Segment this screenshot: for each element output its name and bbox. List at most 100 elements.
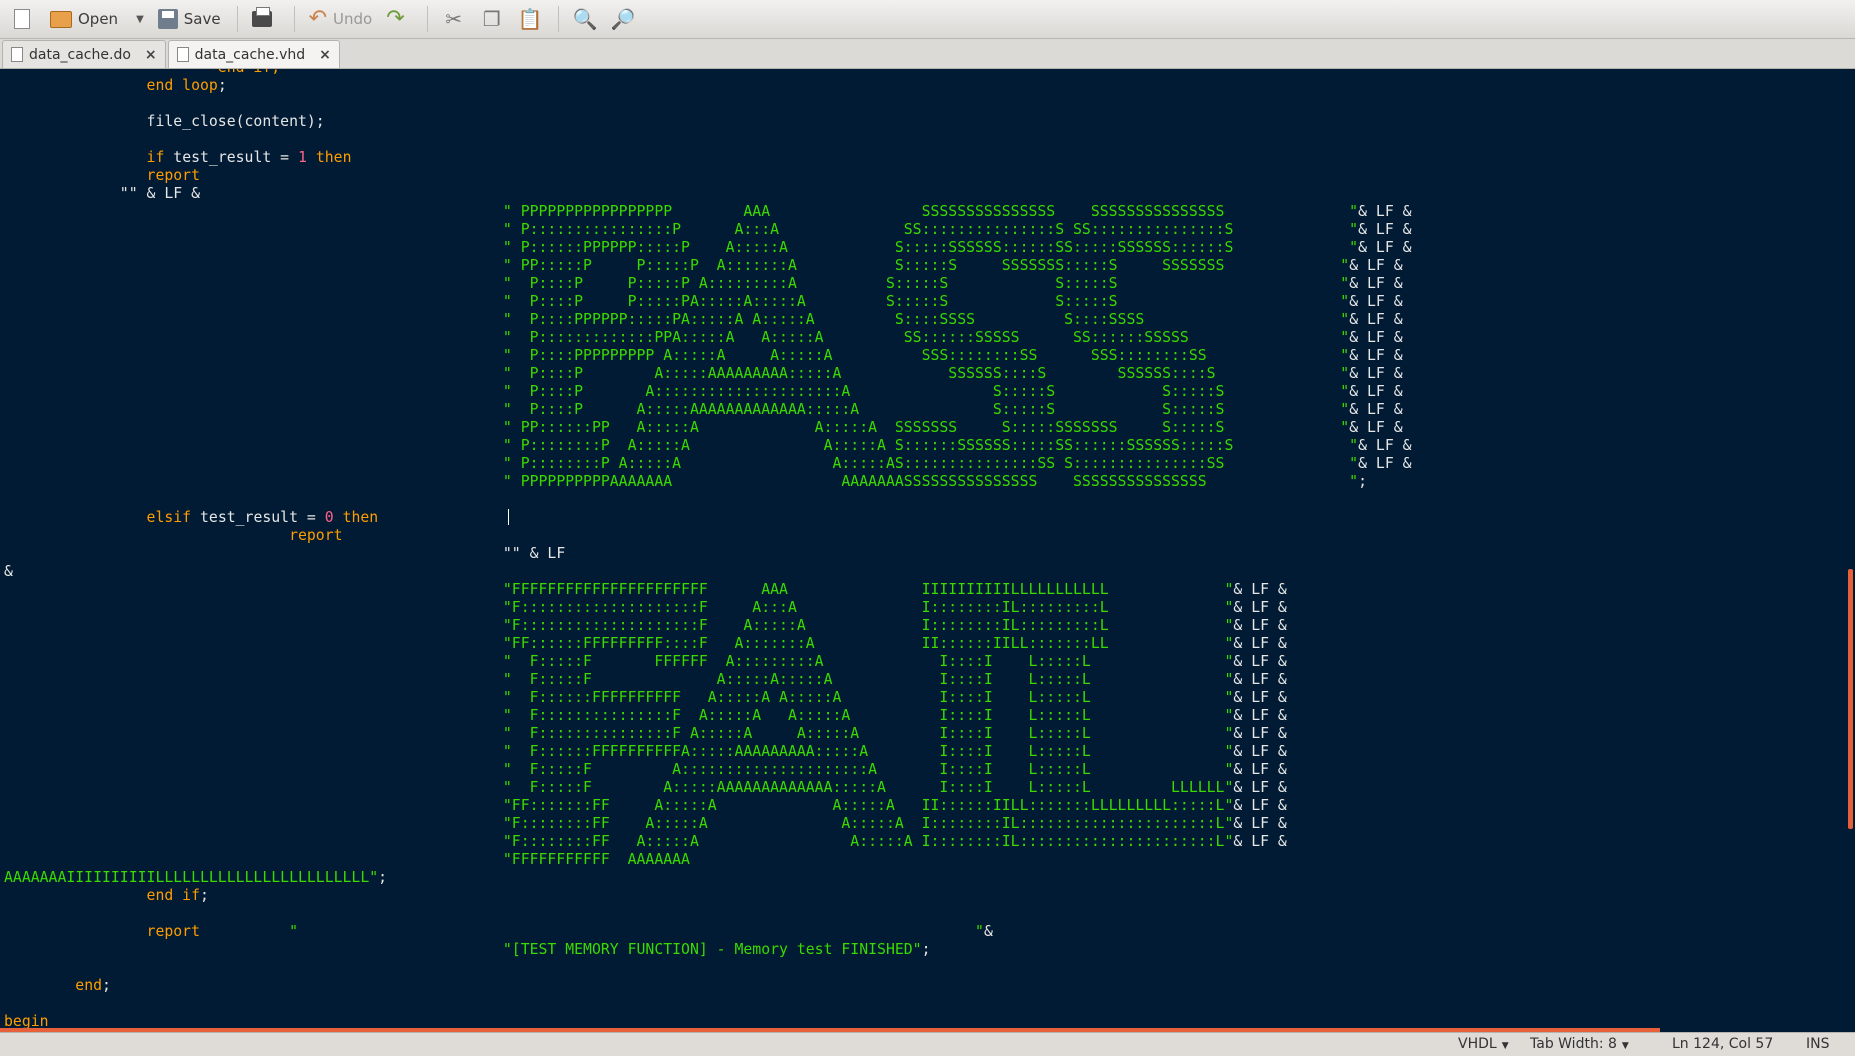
close-icon[interactable]: × (319, 47, 331, 63)
find-replace-button[interactable]: 🔎 (605, 3, 641, 35)
code-token: & (4, 563, 13, 580)
open-recent-dropdown[interactable]: ▼ (126, 3, 150, 35)
toolbar-separator (236, 6, 238, 32)
code-token: "[TEST MEMORY FUNCTION] - Memory test FI… (502, 941, 922, 958)
code-line: " P::::P A:::::AAAAAAAAA:::::A SSSSSS:::… (4, 365, 1403, 382)
code-token: & LF & (1233, 671, 1287, 688)
language-selector[interactable]: VHDL ▼ (1458, 1036, 1509, 1052)
code-token: & LF & (1233, 779, 1287, 796)
cut-button[interactable]: ✂ (436, 3, 472, 35)
code-editor[interactable]: end if; end loop; file_close(content); i… (0, 69, 1855, 1032)
code-token: " PP:::::P P:::::P A:::::::A S:::::S SSS… (502, 257, 1350, 274)
new-document-button[interactable] (8, 3, 42, 35)
code-line: " F:::::::::::::::F A:::::A A:::::A I:::… (4, 707, 1287, 724)
code-line: end if; (4, 69, 280, 76)
code-token: & LF & (1349, 257, 1403, 274)
code-token: & LF & (1233, 635, 1287, 652)
code-token: report (289, 527, 343, 544)
chevron-down-icon: ▼ (1501, 1041, 1509, 1051)
code-token: & LF & (1233, 689, 1287, 706)
code-token: & LF & (1233, 815, 1287, 832)
code-token: & LF & (1358, 239, 1412, 256)
save-button[interactable]: Save (152, 3, 227, 35)
code-token: " P::::P A:::::AAAAAAAAA:::::A SSSSSS:::… (502, 365, 1350, 382)
source-code[interactable]: end if; end loop; file_close(content); i… (4, 69, 1412, 1032)
tab-width-selector[interactable]: Tab Width: 8 ▼ (1530, 1036, 1629, 1052)
code-token: " P::::P P:::::PA:::::A:::::A S:::::S S:… (502, 293, 1350, 310)
vertical-scrollbar[interactable] (1848, 569, 1853, 829)
code-line: AAAAAAAIIIIIIIIIILLLLLLLLLLLLLLLLLLLLLLL… (4, 869, 387, 886)
language-label: VHDL (1458, 1036, 1497, 1052)
file-icon (176, 47, 189, 62)
text-cursor (508, 509, 509, 525)
code-line: " F:::::F A:::::AAAAAAAAAAAAA:::::A I:::… (4, 779, 1287, 796)
save-icon (157, 9, 178, 29)
redo-button[interactable]: ↷ (380, 3, 416, 35)
code-token: end (75, 977, 103, 994)
code-token: " P::::::::P A:::::A A:::::A S::::::SSSS… (502, 437, 1359, 454)
code-token: & LF & (1349, 365, 1403, 382)
code-line: " P::::::::P A:::::A A:::::A S::::::SSSS… (4, 437, 1412, 454)
tab-data-cache-vhd[interactable]: data_cache.vhd × (167, 40, 340, 68)
code-token: " P::::PPPPPP:::::PA:::::A A:::::A S::::… (502, 311, 1350, 328)
find-replace-icon: 🔎 (610, 7, 636, 31)
status-bar: VHDL ▼ Tab Width: 8 ▼ Ln 124, Col 57 INS (0, 1032, 1855, 1056)
code-token: ; (921, 941, 931, 958)
code-token: 0 (324, 509, 334, 526)
code-token: report (146, 167, 200, 184)
code-line: "FF::::::FFFFFFFFF::::F A:::::::A II::::… (4, 635, 1287, 652)
chevron-down-icon: ▼ (136, 13, 144, 25)
code-token: & LF & (1349, 347, 1403, 364)
code-line: " F:::::F A:::::::::::::::::::::A I::::I… (4, 761, 1287, 778)
code-token: "" & LF (4, 545, 566, 562)
copy-button[interactable]: ❐ (474, 3, 510, 35)
code-line: report (4, 527, 343, 544)
code-line: " P::::PPPPPP:::::PA:::::A A:::::A S::::… (4, 311, 1403, 328)
tab-data-cache-do[interactable]: data_cache.do × (2, 40, 166, 68)
code-token: "FFFFFFFFFFF AAAAAAA (502, 851, 690, 868)
code-line: report " "& (4, 923, 993, 940)
undo-button[interactable]: ↶ Undo (303, 3, 379, 35)
close-icon[interactable]: × (145, 47, 157, 63)
code-token: " P::::::::P A:::::A A:::::AS:::::::::::… (502, 455, 1359, 472)
code-line: "FFFFFFFFFFFFFFFFFFFFFF AAA IIIIIIIIIILL… (4, 581, 1287, 598)
code-token: "F::::::::FF A:::::A A:::::A I::::::::IL… (502, 815, 1234, 832)
code-token: elsif (146, 509, 192, 526)
code-token: "F::::::::FF A:::::A A:::::A I::::::::IL… (502, 833, 1234, 850)
code-token: & LF & (1349, 275, 1403, 292)
print-button[interactable] (246, 3, 284, 35)
insert-mode: INS (1806, 1036, 1830, 1052)
code-line: "[TEST MEMORY FUNCTION] - Memory test FI… (4, 941, 931, 958)
code-line: " P::::P A:::::::::::::::::::::A S:::::S… (4, 383, 1403, 400)
code-token: " P::::PPPPPPPPP A:::::A A:::::A SSS::::… (502, 347, 1350, 364)
paste-button[interactable]: 📋 (512, 3, 548, 35)
find-button[interactable]: 🔍 (567, 3, 603, 35)
code-token: & LF & (1233, 833, 1287, 850)
open-button[interactable]: Open (44, 3, 124, 35)
code-token: "FFFFFFFFFFFFFFFFFFFFFF AAA IIIIIIIIIILL… (502, 581, 1234, 598)
code-token: " F::::::FFFFFFFFFFA:::::AAAAAAAAA:::::A… (502, 743, 1234, 760)
code-token: if (146, 149, 165, 166)
code-line: "F::::::::FF A:::::A A:::::A I::::::::IL… (4, 815, 1287, 832)
tab-width-label: Tab Width: 8 (1530, 1036, 1617, 1052)
code-token: 1 (298, 149, 307, 166)
code-token: & LF & (1233, 653, 1287, 670)
code-token: & LF & (1358, 437, 1412, 454)
scissors-icon: ✂ (445, 7, 463, 31)
